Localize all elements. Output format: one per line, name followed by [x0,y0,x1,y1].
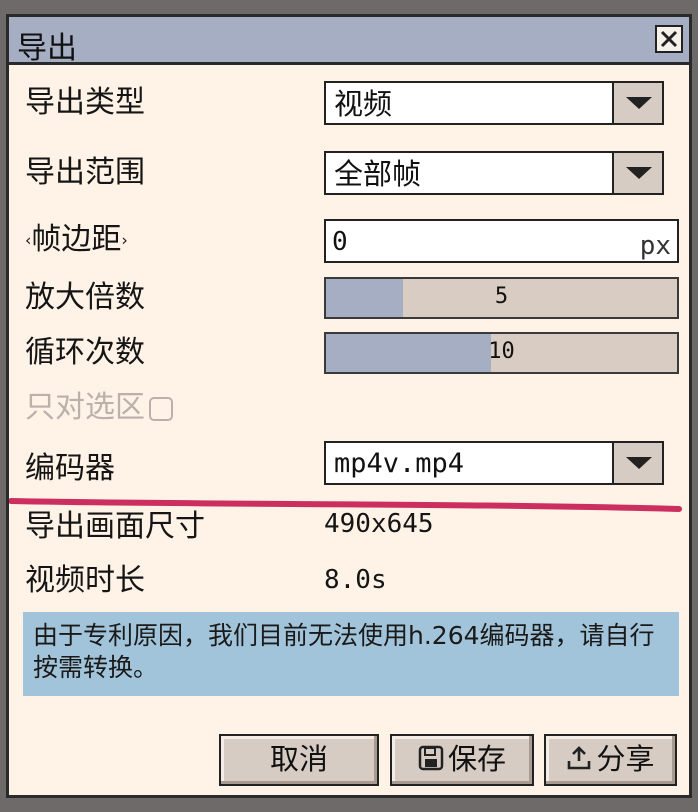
loop-count-label: 循环次数 [25,335,145,370]
export-range-value: 全部帧 [334,157,422,191]
increment-arrow-icon[interactable]: › [121,231,127,250]
encoder-value: mp4v.mp4 [334,448,465,479]
frame-margin-unit: px [639,231,671,261]
selection-only-row: 只对选区 [25,390,173,426]
close-button[interactable] [655,25,683,53]
share-button[interactable]: 分享 [544,734,677,786]
share-icon [566,738,592,784]
encoder-dropdown-button[interactable] [612,443,662,483]
loop-count-slider[interactable]: 10 [324,332,679,374]
frame-size-label: 导出画面尺寸 [25,509,205,544]
loop-count-value: 10 [488,339,515,364]
share-label: 分享 [596,742,655,776]
chevron-down-icon [626,167,652,179]
export-dialog: 导出 导出类型 视频 导出范围 全部帧 ‹帧边距› px 放大倍数 5 循环次数 [6,14,692,798]
encoder-select[interactable]: mp4v.mp4 [324,441,664,485]
dialog-title: 导出 [17,31,77,66]
save-icon [418,738,444,784]
cancel-label: 取消 [269,742,328,776]
scale-value: 5 [494,284,509,309]
selection-only-label: 只对选区 [25,390,145,425]
frame-size-value: 490x645 [324,509,434,539]
export-range-label: 导出范围 [25,155,145,190]
export-type-label: 导出类型 [25,85,145,120]
dialog-titlebar: 导出 [9,17,689,66]
export-type-select[interactable]: 视频 [324,81,664,125]
scale-slider[interactable]: 5 [324,277,679,319]
duration-label: 视频时长 [25,563,145,598]
close-icon [660,30,678,48]
save-button[interactable]: 保存 [390,734,534,786]
encoder-label: 编码器 [25,451,115,486]
frame-margin-label[interactable]: ‹帧边距› [25,222,128,259]
frame-margin-input-box[interactable]: px [324,219,679,263]
export-type-value: 视频 [334,87,393,121]
chevron-down-icon [626,457,652,469]
notice-box: 由于专利原因，我们目前无法使用h.264编码器，请自行按需转换。 [23,612,679,696]
save-label: 保存 [447,742,506,776]
export-type-dropdown-button[interactable] [612,83,662,123]
export-range-dropdown-button[interactable] [612,153,662,193]
scale-label: 放大倍数 [25,280,145,315]
frame-margin-input[interactable] [332,225,602,259]
cancel-button[interactable]: 取消 [219,734,379,786]
duration-value: 8.0s [324,565,387,595]
export-range-select[interactable]: 全部帧 [324,151,664,195]
frame-margin-label-text: 帧边距 [31,222,122,257]
chevron-down-icon [626,97,652,109]
selection-only-checkbox[interactable] [149,396,173,421]
